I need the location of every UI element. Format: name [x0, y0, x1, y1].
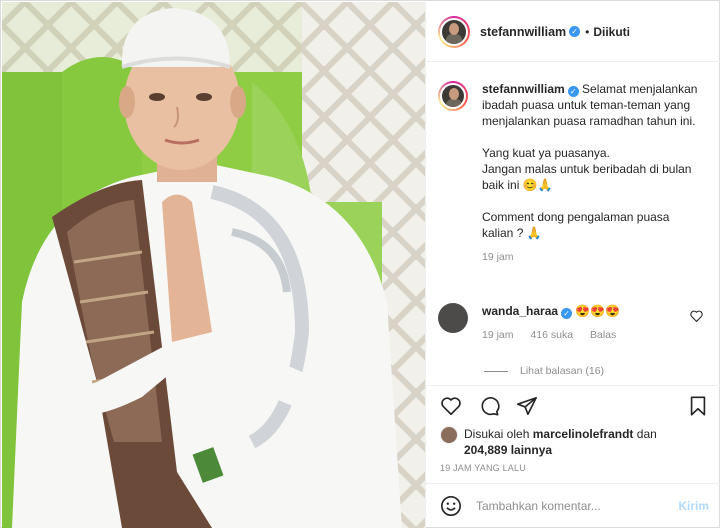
post-comment-button[interactable]: Kirim: [678, 499, 709, 513]
verified-badge-icon: ✓: [561, 308, 573, 319]
comments-list[interactable]: stefannwilliam ✓ Selamat menjalankan ibad…: [426, 63, 720, 385]
post-side-panel: stefannwilliam ✓ • Diikuti stefannwillia…: [425, 2, 720, 528]
caption-username[interactable]: stefannwilliam: [482, 82, 565, 96]
post-actions: Disukai oleh marcelinolefrandt dan 204,8…: [426, 385, 720, 473]
smiley-icon[interactable]: [440, 495, 462, 517]
author-avatar[interactable]: [438, 15, 470, 48]
bookmark-icon[interactable]: [687, 395, 709, 417]
comment-form: Kirim: [426, 483, 720, 528]
heart-icon[interactable]: [440, 395, 462, 417]
author-username[interactable]: stefannwilliam: [480, 25, 566, 39]
comment-meta: 19 jam 416 suka Balas: [482, 327, 630, 343]
reply-button[interactable]: Balas: [590, 329, 616, 341]
liker-avatar[interactable]: [440, 426, 458, 444]
post-image[interactable]: [2, 2, 425, 528]
view-replies-label[interactable]: Lihat balasan (16): [520, 365, 604, 377]
comment-text: 😍😍😍: [575, 304, 621, 318]
likes-summary: Disukai oleh marcelinolefrandt dan 204,8…: [440, 426, 704, 458]
replies-line: [484, 370, 508, 372]
liker-username[interactable]: marcelinolefrandt: [533, 427, 634, 441]
post-header: stefannwilliam ✓ • Diikuti: [426, 2, 720, 62]
follow-button[interactable]: Diikuti: [593, 25, 630, 39]
likes-text: Disukai oleh marcelinolefrandt dan 204,8…: [464, 426, 704, 458]
caption-time[interactable]: 19 jam: [482, 251, 514, 263]
comment-icon[interactable]: [478, 395, 500, 417]
caption-body: stefannwilliam ✓ Selamat menjalankan ibad…: [482, 81, 702, 265]
paper-plane-icon[interactable]: [516, 395, 538, 417]
caption-avatar[interactable]: [438, 81, 468, 111]
comment-time[interactable]: 19 jam: [482, 329, 514, 341]
comment-input[interactable]: [476, 499, 666, 513]
likes-count[interactable]: 204,889 lainnya: [464, 443, 552, 457]
likes-prefix: Disukai oleh: [464, 427, 530, 441]
comment-item: wanda_haraa ✓ 😍😍😍 19 jam 416 suka Balas: [438, 303, 713, 343]
action-icons: [440, 395, 538, 417]
likes-joiner: dan: [636, 427, 657, 441]
post-dialog: stefannwilliam ✓ • Diikuti stefannwillia…: [0, 0, 720, 528]
verified-badge-icon: ✓: [569, 26, 581, 37]
post-timestamp[interactable]: 19 JAM YANG LALU: [440, 463, 526, 473]
comment-like-heart-icon[interactable]: [690, 310, 703, 322]
commenter-avatar[interactable]: [438, 303, 468, 333]
comment-username[interactable]: wanda_haraa: [482, 304, 558, 318]
caption: stefannwilliam ✓ Selamat menjalankan ibad…: [438, 81, 713, 265]
separator-dot: •: [585, 24, 590, 39]
caption-text: Selamat menjalankan ibadah puasa untuk t…: [482, 82, 698, 240]
comment-body: wanda_haraa ✓ 😍😍😍 19 jam 416 suka Balas: [482, 303, 630, 343]
comment-likes[interactable]: 416 suka: [530, 329, 573, 341]
view-replies-button[interactable]: Lihat balasan (16): [484, 365, 604, 377]
caption-meta: 19 jam: [482, 249, 702, 265]
verified-badge-icon: ✓: [567, 86, 579, 97]
